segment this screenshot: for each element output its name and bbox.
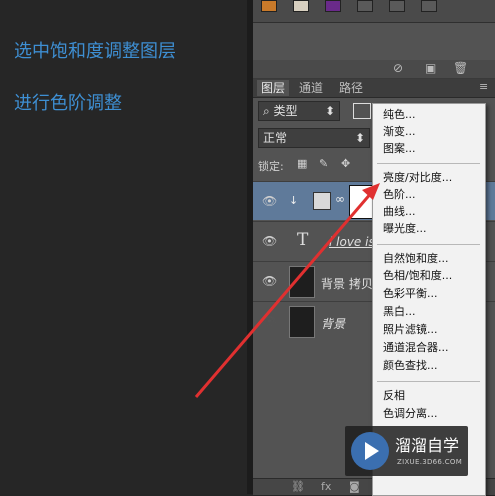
fx-icon[interactable]: fx (321, 480, 331, 493)
layer-name[interactable]: i love is (329, 235, 375, 249)
instruction-line-2: 进行色阶调整 (14, 93, 122, 114)
blend-mode-label: 正常 (263, 131, 288, 145)
menu-item-color-balance[interactable]: 色彩平衡... (383, 285, 438, 302)
filter-type-label: 类型 (273, 104, 298, 118)
no-entry-icon[interactable]: ⊘ (393, 61, 403, 75)
menu-item-levels[interactable]: 色阶... (383, 186, 416, 203)
tab-layers[interactable]: 图层 (257, 80, 290, 96)
play-logo-icon (351, 432, 389, 470)
menu-separator (377, 244, 480, 245)
tab-channels[interactable]: 通道 (295, 80, 327, 96)
mask-icon[interactable]: ◙ (349, 480, 360, 493)
new-item-icon[interactable]: ▣ (425, 61, 436, 75)
blend-mode-select[interactable]: 正常 ⬍ (258, 128, 370, 148)
instruction-line-1: 选中饱和度调整图层 (14, 41, 176, 62)
tab-paths[interactable]: 路径 (335, 80, 367, 96)
menu-separator (377, 163, 480, 164)
swatch[interactable] (421, 0, 437, 12)
link-icon[interactable]: ⛓ (291, 480, 305, 493)
menu-item-exposure[interactable]: 曝光度... (383, 220, 427, 237)
lock-label: 锁定: (258, 160, 284, 173)
menu-item-hue-saturation[interactable]: 色相/饱和度... (383, 267, 452, 284)
layer-name[interactable]: 背景 拷贝 (321, 275, 373, 292)
panel-icon-row: ⊘ ▣ 🗑 (253, 60, 495, 79)
menu-item-black-white[interactable]: 黑白... (383, 303, 416, 320)
filter-type-select[interactable]: ⌕ 类型 ⬍ (258, 101, 340, 121)
watermark: 溜溜自学 ZIXUE.3D66.COM (345, 426, 468, 476)
menu-item-brightness-contrast[interactable]: 亮度/对比度... (383, 169, 452, 186)
lock-move-icon[interactable]: ✥ (341, 157, 350, 170)
menu-item-vibrance[interactable]: 自然饱和度... (383, 250, 449, 267)
menu-item-gradient[interactable]: 渐变... (383, 123, 416, 140)
watermark-url: ZIXUE.3D66.COM (397, 458, 463, 466)
tutorial-left-pane: 选中饱和度调整图层 进行色阶调整 (0, 0, 247, 494)
text-layer-icon: T (297, 230, 309, 250)
trash-icon[interactable]: 🗑 (453, 61, 468, 75)
lock-brush-icon[interactable]: ✎ (319, 157, 328, 170)
menu-item-curves[interactable]: 曲线... (383, 203, 416, 220)
clip-arrow-icon: ↓ (289, 194, 299, 207)
lock-transparency-icon[interactable]: ▦ (297, 157, 307, 170)
menu-item-posterize[interactable]: 色调分离... (383, 405, 438, 422)
visibility-eye-icon[interactable]: 👁 (262, 194, 277, 208)
panel-menu-icon[interactable]: ≡ (479, 80, 488, 93)
layer-name[interactable]: 背景 (321, 315, 345, 332)
chevron-down-icon: ⬍ (354, 131, 365, 145)
chevron-down-icon: ⬍ (324, 104, 335, 118)
swatch[interactable] (261, 0, 277, 12)
adjustment-thumbnail-icon (313, 192, 331, 210)
menu-item-color-lookup[interactable]: 颜色查找... (383, 357, 438, 374)
layer-thumbnail (289, 306, 315, 338)
menu-item-photo-filter[interactable]: 照片滤镜... (383, 321, 438, 338)
panel-tabs: 图层 通道 路径 ≡ (253, 79, 495, 98)
menu-item-channel-mixer[interactable]: 通道混合器... (383, 339, 449, 356)
swatch[interactable] (357, 0, 373, 12)
visibility-eye-icon[interactable]: 👁 (262, 274, 277, 288)
watermark-title: 溜溜自学 (395, 436, 460, 455)
menu-item-invert[interactable]: 反相 (383, 387, 405, 404)
menu-item-pattern[interactable]: 图案... (383, 140, 416, 157)
menu-item-solid-color[interactable]: 纯色... (383, 106, 416, 123)
menu-separator (377, 381, 480, 382)
visibility-eye-icon[interactable]: 👁 (262, 234, 277, 248)
swatch[interactable] (293, 0, 309, 12)
visibility-eye-icon[interactable]: 👁 (262, 314, 277, 328)
search-icon: ⌕ (263, 104, 274, 118)
image-filter-icon[interactable] (353, 103, 371, 119)
layer-thumbnail (289, 266, 315, 298)
chain-link-icon[interactable]: ∞ (335, 192, 345, 206)
swatch-strip (253, 0, 495, 23)
swatch[interactable] (389, 0, 405, 12)
swatch[interactable] (325, 0, 341, 12)
